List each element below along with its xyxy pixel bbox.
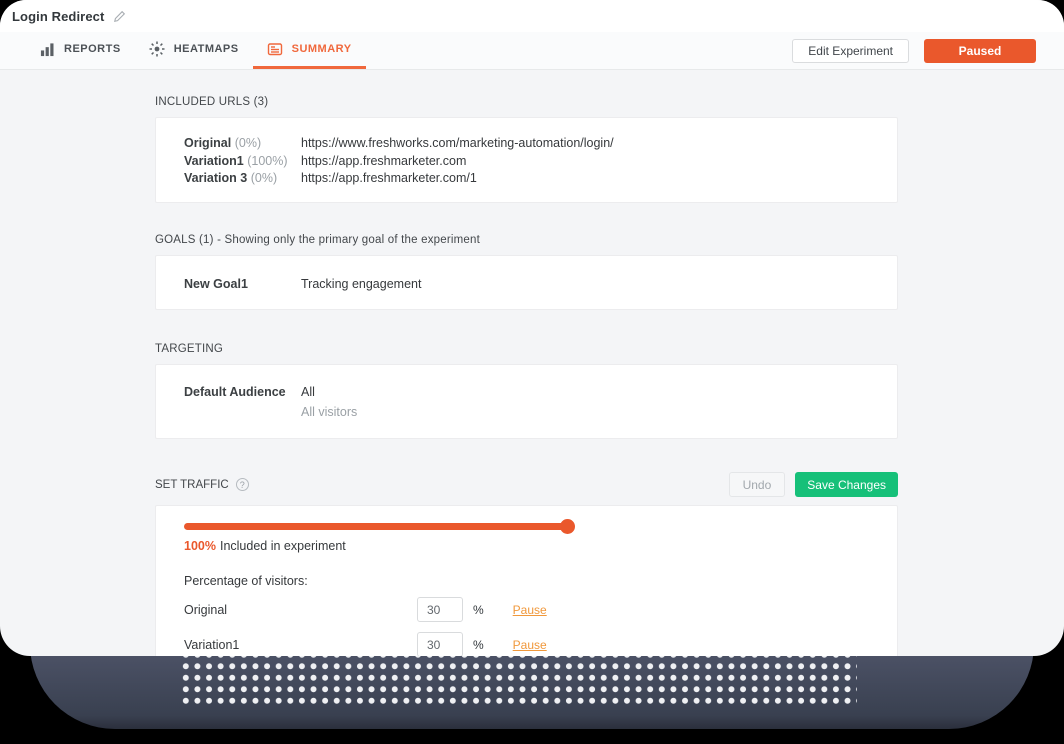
undo-button[interactable]: Undo xyxy=(729,472,786,497)
goal-type: Tracking engagement xyxy=(301,276,421,294)
paused-status-button[interactable]: Paused xyxy=(924,39,1036,63)
percent-sign: % xyxy=(473,603,484,617)
traffic-variant-name: Variation1 xyxy=(184,638,417,652)
variant-url: https://www.freshworks.com/marketing-aut… xyxy=(301,135,877,153)
tab-summary[interactable]: SUMMARY xyxy=(253,32,366,69)
tabs: REPORTS HEATMAPS SUMMARY xyxy=(26,32,366,69)
dot-pattern xyxy=(180,649,857,707)
tab-summary-label: SUMMARY xyxy=(292,43,352,55)
help-icon[interactable]: ? xyxy=(236,478,249,491)
set-traffic-card: 100% Included in experiment Percentage of… xyxy=(155,505,898,656)
audience-name: Default Audience xyxy=(184,384,301,421)
percent-sign: % xyxy=(473,638,484,652)
variant-percent: (0%) xyxy=(235,136,261,150)
url-row: Original (0%) https://www.freshworks.com… xyxy=(184,135,877,153)
goal-name: New Goal1 xyxy=(184,276,301,294)
traffic-percent: 100% xyxy=(184,539,216,553)
tab-heatmaps[interactable]: HEATMAPS xyxy=(135,32,253,69)
url-row: Variation1 (100%) https://app.freshmarke… xyxy=(184,153,877,171)
variant-name: Original xyxy=(184,136,231,150)
tab-reports[interactable]: REPORTS xyxy=(26,32,135,69)
tab-bar: REPORTS HEATMAPS SUMMARY Edit Experiment xyxy=(0,32,1064,70)
title-bar: Login Redirect xyxy=(0,0,1064,32)
set-traffic-title: SET TRAFFIC xyxy=(155,479,229,491)
edit-experiment-button[interactable]: Edit Experiment xyxy=(792,39,909,63)
slider-caption: 100% Included in experiment xyxy=(184,539,877,553)
traffic-variant-name: Original xyxy=(184,603,417,617)
tab-actions: Edit Experiment Paused xyxy=(792,32,1036,69)
edit-title-pencil-icon[interactable] xyxy=(113,10,126,23)
variant-percent: (100%) xyxy=(247,154,287,168)
pause-link[interactable]: Pause xyxy=(513,603,547,617)
goals-card: New Goal1 Tracking engagement xyxy=(155,255,898,311)
variant-name: Variation1 xyxy=(184,154,244,168)
audience-subvalue: All visitors xyxy=(301,404,357,422)
variant-name: Variation 3 xyxy=(184,171,247,185)
variant-url: https://app.freshmarketer.com xyxy=(301,153,877,171)
included-urls-card: Original (0%) https://www.freshworks.com… xyxy=(155,117,898,203)
traffic-percent-input[interactable] xyxy=(417,597,463,622)
url-row: Variation 3 (0%) https://app.freshmarket… xyxy=(184,170,877,188)
traffic-slider[interactable] xyxy=(184,523,571,530)
tab-heatmaps-label: HEATMAPS xyxy=(174,43,239,55)
traffic-row: Variation1 % Pause xyxy=(184,631,877,656)
bar-chart-icon xyxy=(40,42,55,57)
page-background: Login Redirect REPORTS HEATMAPS xyxy=(0,0,1064,744)
slider-handle[interactable] xyxy=(560,519,575,534)
heatmap-sun-icon xyxy=(149,41,165,57)
visitors-label: Percentage of visitors: xyxy=(184,574,877,588)
traffic-percent-label: Included in experiment xyxy=(220,539,346,553)
targeting-header: TARGETING xyxy=(155,310,898,355)
pause-link[interactable]: Pause xyxy=(513,638,547,652)
goals-header: GOALS (1) - Showing only the primary goa… xyxy=(155,203,898,246)
included-urls-header: INCLUDED URLS (3) xyxy=(155,70,898,108)
tab-reports-label: REPORTS xyxy=(64,43,121,55)
variant-url: https://app.freshmarketer.com/1 xyxy=(301,170,877,188)
experiment-title: Login Redirect xyxy=(12,9,104,24)
app-window: Login Redirect REPORTS HEATMAPS xyxy=(0,0,1064,656)
summary-document-icon xyxy=(267,41,283,57)
traffic-row: Original % Pause xyxy=(184,596,877,623)
audience-row: Default Audience All All visitors xyxy=(184,384,877,421)
set-traffic-header-row: SET TRAFFIC ? Undo Save Changes xyxy=(155,439,898,497)
variant-percent: (0%) xyxy=(251,171,277,185)
audience-value: All xyxy=(301,384,357,402)
save-changes-button[interactable]: Save Changes xyxy=(795,472,898,497)
main-content: INCLUDED URLS (3) Original (0%) https://… xyxy=(155,70,898,656)
targeting-card: Default Audience All All visitors xyxy=(155,364,898,439)
goal-row: New Goal1 Tracking engagement xyxy=(184,276,877,294)
traffic-percent-input[interactable] xyxy=(417,632,463,656)
